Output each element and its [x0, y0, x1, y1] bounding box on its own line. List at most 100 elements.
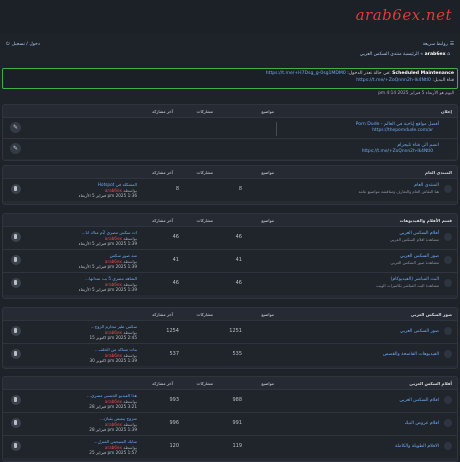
ad-link[interactable]: https://theporndude.com/ar — [372, 128, 433, 133]
ads-block: إعلان مواضيع مشاركات آخر مشاركة أفضل موا… — [2, 104, 458, 161]
post-count: 1254 — [166, 328, 179, 334]
forum-title[interactable]: صور السكس العربي — [400, 254, 439, 259]
topic-count: 119 — [232, 443, 242, 449]
last-post-user[interactable]: arab6ex — [105, 399, 122, 404]
last-post-user[interactable]: arab6ex — [105, 353, 122, 358]
last-post-date: 1:39 pm 2025 اكتوبر 30 — [89, 358, 137, 363]
table-row[interactable]: صور السكس العربي مشاهدة صور السكس العربي… — [3, 249, 457, 272]
edit-icon[interactable]: ✎ — [10, 143, 21, 154]
block-header: قسم الأفلام والفيديوهات مواضيع مشاركات آ… — [3, 214, 457, 226]
col-topics: مواضيع — [261, 218, 274, 223]
breadcrumb-home[interactable]: arab6ex — [425, 52, 446, 57]
last-post-user[interactable]: arab6ex — [105, 259, 122, 264]
table-row[interactable]: الافلام الطويلة والكاملة 119 120 منايك ا… — [3, 435, 457, 458]
forum-read-icon[interactable] — [11, 184, 21, 194]
last-post: متزوج يبعبص بقبان... بواسطة arab6ex 1:39… — [89, 416, 137, 433]
last-post-user[interactable]: arab6ex — [105, 445, 122, 450]
current-time: اليوم هو الأربعاء 5 فبراير 2025 4:14 pm — [378, 91, 454, 96]
forum-icon — [444, 350, 452, 358]
block-title: صور السكس العربي — [410, 312, 452, 317]
post-count: 537 — [169, 351, 179, 357]
forum-title[interactable]: أفلام السكس العربي — [399, 231, 439, 236]
forum-read-icon[interactable] — [11, 278, 21, 288]
forum-title[interactable]: صور السكس العربي — [400, 329, 439, 334]
col-posts: مشاركات — [196, 218, 214, 223]
col-topics: مواضيع — [261, 381, 274, 386]
topic-count: 46 — [235, 234, 242, 240]
quick-links-label: روابط سريعة — [422, 41, 448, 47]
forum-read-icon[interactable] — [11, 326, 21, 336]
last-post-user[interactable]: arab6ex — [105, 422, 122, 427]
forum-title[interactable]: افلام عروض النيك — [405, 421, 439, 426]
ads-title: إعلان — [440, 109, 452, 114]
topic-count: 991 — [232, 420, 242, 426]
last-post-user[interactable]: arab6ex — [105, 236, 122, 241]
site-logo[interactable]: arab6ex.net — [356, 6, 452, 24]
forum-desc: هنا النقاش العام والتعارف ومناقشة مواضيع… — [358, 189, 439, 194]
col-posts: مشاركات — [196, 312, 214, 317]
by-label: بواسطة — [123, 352, 137, 358]
last-post-date: 1:57 pm 2025 فبراير 25 — [89, 450, 137, 455]
forum-read-icon[interactable] — [11, 441, 21, 451]
menu-icon: ☰ — [449, 41, 454, 47]
topic-count: 8 — [238, 186, 242, 192]
forum-icon — [444, 233, 452, 241]
topic-count: 1251 — [229, 328, 242, 334]
ad-link[interactable]: https://t.me/+ZoQnnn2h-Ik4Ntl0 — [362, 149, 433, 154]
table-row[interactable]: افلام السكس العربي 988 993 هذا الفيديو ا… — [3, 389, 457, 412]
forum-read-icon[interactable] — [11, 349, 21, 359]
forum-read-icon[interactable] — [11, 418, 21, 428]
last-post: ات سكس مصري 2م مناك انا... بواسطة arab6e… — [79, 230, 137, 247]
list-item[interactable]: أفضل مواقع إباحية في العالم - Porn Dude … — [3, 117, 457, 138]
forum-title[interactable]: الافلام الطويلة والكاملة — [395, 444, 439, 449]
edit-icon[interactable]: ✎ — [10, 122, 21, 133]
table-row[interactable]: المنتدى العام هنا النقاش العام والتعارف … — [3, 178, 457, 201]
logo-text: arab — [355, 6, 393, 24]
navbar: ⏻ دخول / تسجيل روابط سريعة ☰ — [2, 38, 458, 50]
forum-desc: مشاهدة البث المباشر بكاميرات الويب — [376, 283, 439, 288]
forum-title[interactable]: الفيديوهات الفاضحة والقصص — [383, 352, 439, 357]
last-post-user[interactable]: arab6ex — [105, 330, 122, 335]
table-row[interactable]: أفلام السكس العربي مشاهدة افلام السكس ال… — [3, 226, 457, 249]
forum-title[interactable]: البث المباشر (الفيديوكام) — [391, 277, 439, 282]
table-row[interactable]: البث المباشر (الفيديوكام) مشاهدة البث ال… — [3, 272, 457, 295]
breadcrumb-current[interactable]: » الرئيسية منتدى السكس العربي — [360, 52, 423, 57]
topic-count: 41 — [235, 257, 242, 263]
ad-title[interactable]: أفضل مواقع إباحية في العالم - Porn Dude — [356, 122, 439, 127]
block-title: المنتدى العام — [425, 170, 452, 175]
col-last: آخر مشاركة — [152, 381, 173, 386]
logo-rest: ex.net — [402, 6, 452, 24]
home-icon: ⌂ — [447, 52, 450, 57]
forum-read-icon[interactable] — [11, 255, 21, 265]
forum-block-general: المنتدى العام مواضيع مشاركات آخر مشاركة … — [2, 165, 458, 205]
last-post-date: 1:39 pm 2025 فبراير 5 الأربعاء — [78, 241, 137, 246]
forum-read-icon[interactable] — [11, 232, 21, 242]
col-posts: مشاركات — [196, 381, 214, 386]
block-title: أفلام السكس العربي — [409, 381, 452, 386]
last-post: بنات متناكه من الخلف... بواسطة arab6ex 1… — [89, 347, 137, 364]
table-row[interactable]: الفيديوهات الفاضحة والقصص 535 537 بنات م… — [3, 343, 457, 366]
table-row[interactable]: افلام عروض النيك 991 996 متزوج يبعبص بقب… — [3, 412, 457, 435]
quick-links[interactable]: روابط سريعة ☰ — [423, 42, 454, 47]
forum-desc: مشاهدة افلام السكس العربي — [389, 237, 439, 242]
post-count: 46 — [172, 234, 179, 240]
notice-link-1[interactable]: https://t.me/+H7Dsg_g-0sg1MDM0 — [266, 71, 346, 76]
table-row[interactable]: صور السكس العربي 1251 1254 سكس طيز محارم… — [3, 320, 457, 343]
by-label: بواسطة — [123, 235, 137, 241]
col-topics: مواضيع — [261, 312, 274, 317]
forum-block-videos: قسم الأفلام والفيديوهات مواضيع مشاركات آ… — [2, 213, 458, 299]
by-label: بواسطة — [123, 444, 137, 450]
list-item[interactable]: انضم الى قناة تليجرام https://t.me/+ZoQn… — [3, 138, 457, 159]
forum-read-icon[interactable] — [11, 395, 21, 405]
notice-link-2[interactable]: https://t.me/+ZoQnnn2h-Ik4Ntl0 — [356, 78, 431, 83]
forum-title[interactable]: افلام السكس العربي — [399, 398, 439, 403]
login-link[interactable]: ⏻ دخول / تسجيل — [6, 41, 40, 48]
last-post-user[interactable]: arab6ex — [105, 188, 122, 193]
ad-title[interactable]: انضم الى قناة تليجرام — [397, 143, 439, 148]
last-post-user[interactable]: arab6ex — [105, 282, 122, 287]
forum-title[interactable]: المنتدى العام — [414, 183, 439, 188]
power-icon: ⏻ — [6, 42, 10, 47]
site-header: arab6ex.net — [0, 0, 460, 34]
block-title: قسم الأفلام والفيديوهات — [399, 218, 452, 223]
forum-desc: مشاهدة صور السكس العربي — [390, 260, 439, 265]
